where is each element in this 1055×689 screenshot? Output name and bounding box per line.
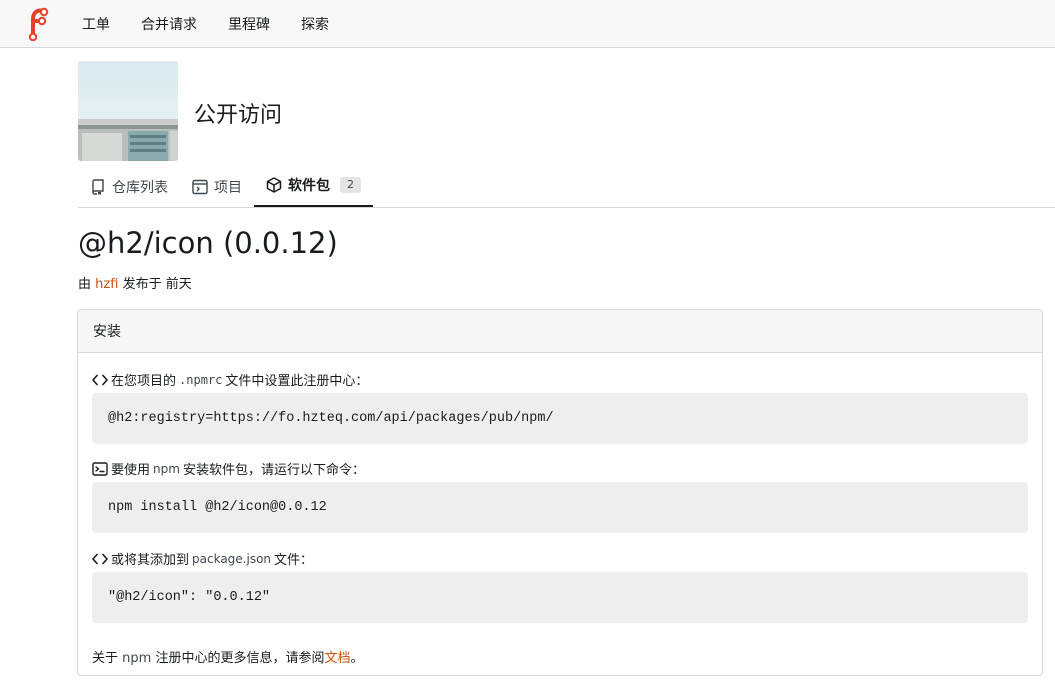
step-npmrc: 在您项目的 .npmrc 文件中设置此注册中心： [92, 370, 368, 389]
tab-label: 仓库列表 [112, 179, 168, 196]
project-icon [192, 179, 208, 194]
org-tabs: 仓库列表 项目 软件包 2 [78, 165, 1055, 208]
footer-tool: npm [122, 651, 152, 666]
step-package-json: 或将其添加到 package.json 文件： [92, 549, 313, 568]
step3-file: package.json [192, 551, 272, 566]
org-avatar [78, 61, 178, 161]
step1-prefix: 在您项目的 [111, 374, 177, 389]
tab-repositories[interactable]: 仓库列表 [78, 165, 180, 208]
author-link[interactable]: hzfi [95, 277, 118, 292]
step1-suffix: 文件中设置此注册中心： [225, 374, 369, 389]
code-icon [92, 374, 108, 385]
install-panel: 安装 在您项目的 .npmrc 文件中设置此注册中心： @h2:registry… [77, 309, 1043, 676]
code-icon [92, 553, 108, 564]
package-title: @h2/icon (0.0.12) [78, 226, 338, 260]
registry-code[interactable]: @h2:registry=https://fo.hzteq.com/api/pa… [92, 393, 1028, 444]
repo-icon [92, 178, 104, 195]
published-time: 前天 [165, 277, 192, 292]
meta-prefix: 由 [78, 277, 92, 292]
step3-prefix: 或将其添加到 [111, 553, 190, 568]
install-heading: 安装 [78, 310, 1042, 353]
footer-middle: 注册中心的更多信息，请参阅 [155, 651, 325, 666]
tab-label: 软件包 [288, 178, 330, 194]
nav-explore[interactable]: 探索 [301, 14, 329, 34]
dependency-code[interactable]: "@h2/icon": "0.0.12" [92, 572, 1028, 623]
nav-milestones[interactable]: 里程碑 [228, 14, 270, 34]
package-meta: 由 hzfi 发布于 前天 [78, 273, 192, 292]
tab-packages[interactable]: 软件包 2 [254, 165, 373, 207]
step-npm-install: 要使用 npm 安装软件包，请运行以下命令： [92, 459, 365, 478]
tab-projects[interactable]: 项目 [180, 165, 254, 208]
package-count-badge: 2 [340, 177, 361, 193]
org-title: 公开访问 [194, 103, 283, 128]
package-icon [266, 177, 282, 193]
app-logo-icon[interactable] [24, 7, 50, 41]
meta-middle: 发布于 [122, 277, 162, 292]
step1-file: .npmrc [179, 372, 223, 387]
footer-prefix: 关于 [92, 651, 119, 666]
terminal-icon [92, 461, 108, 476]
primary-nav: 工单 合并请求 里程碑 探索 [82, 0, 360, 48]
step2-suffix: 安装软件包，请运行以下命令： [182, 463, 365, 478]
tab-label: 项目 [214, 179, 242, 196]
install-command-code[interactable]: npm install @h2/icon@0.0.12 [92, 482, 1028, 533]
docs-link[interactable]: 文档 [324, 651, 350, 666]
step2-prefix: 要使用 [111, 463, 151, 478]
footer-end: 。 [350, 651, 364, 666]
step2-tool: npm [153, 461, 180, 476]
top-navbar: 工单 合并请求 里程碑 探索 [0, 0, 1055, 48]
nav-pull-requests[interactable]: 合并请求 [141, 14, 197, 34]
docs-footnote: 关于 npm 注册中心的更多信息，请参阅文档。 [92, 647, 364, 666]
step3-suffix: 文件： [274, 553, 314, 568]
nav-issues[interactable]: 工单 [82, 14, 110, 34]
